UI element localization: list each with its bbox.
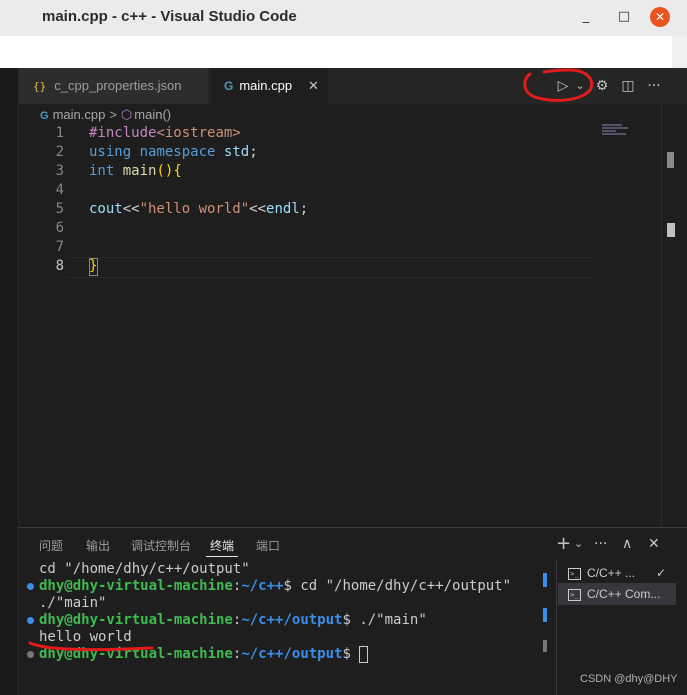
scrollbar-track	[661, 104, 662, 527]
red-annotation-underline	[28, 641, 154, 652]
activity-bar	[0, 68, 19, 695]
breadcrumb[interactable]: Gmain.cpp > ⬡ main()	[40, 105, 171, 125]
code-line-5[interactable]: cout<<"hello world"<<endl;	[89, 201, 308, 217]
line-number: 4	[55, 182, 64, 198]
prompt-path: ~/c++/output	[241, 612, 343, 628]
prompt-user: dhy@dhy-virtual-machine	[39, 612, 233, 628]
prompt-user: dhy@dhy-virtual-machine	[39, 578, 233, 594]
keyword-token: int	[89, 163, 115, 179]
split-editor-icon[interactable]: ◫	[618, 76, 638, 96]
paren-token: ()	[156, 163, 174, 179]
keyword-token: namespace	[139, 144, 216, 160]
line-number: 2	[55, 144, 64, 160]
line-number: 6	[55, 220, 64, 236]
panel-tab-terminal[interactable]: 终端	[210, 537, 234, 554]
window-titlebar: main.cpp - c++ - Visual Studio Code _ □ …	[0, 0, 687, 36]
terminal-list-item[interactable]: >_ C/C++ Com...	[558, 583, 676, 605]
tab-close-icon[interactable]: ✕	[308, 68, 319, 104]
terminal-list-label: C/C++ ...	[587, 566, 636, 580]
terminal-scroll-marker	[543, 608, 547, 622]
more-actions-icon[interactable]: ···	[644, 76, 664, 96]
brace-token: {	[173, 163, 182, 179]
panel-tab-problems[interactable]: 问题	[39, 537, 63, 554]
close-panel-icon[interactable]: ✕	[648, 535, 660, 553]
terminal-cursor	[359, 646, 368, 663]
tab-c-cpp-properties[interactable]: {} c_cpp_properties.json	[19, 68, 209, 104]
window-close-icon[interactable]: ✕	[650, 7, 670, 27]
terminal-list-divider	[556, 560, 557, 695]
terminal-dropdown-icon[interactable]: ⌄	[574, 535, 583, 553]
check-icon: ✓	[655, 566, 666, 580]
terminal-scroll-marker	[543, 573, 547, 587]
command-decoration-icon[interactable]	[27, 583, 34, 590]
bracket-match-box	[89, 258, 98, 276]
keyword-token: using	[89, 144, 132, 160]
minimize-icon[interactable]: _	[577, 8, 595, 26]
bottom-panel	[19, 527, 687, 695]
window-title: main.cpp - c++ - Visual Studio Code	[42, 8, 297, 25]
terminal-list-label: C/C++ Com...	[587, 587, 661, 601]
breadcrumb-symbol[interactable]: main()	[134, 107, 171, 122]
terminal-icon: >_	[568, 567, 581, 580]
line-number: 7	[55, 239, 64, 255]
cpp-file-icon: G	[224, 79, 234, 93]
terminal-line: dhy@dhy-virtual-machine:~/c++$ cd "/home…	[39, 578, 511, 594]
string-token: "hello world"	[139, 201, 250, 217]
text-cursor-marker	[667, 223, 675, 237]
line-number: 8	[55, 258, 64, 274]
identifier-token: endl	[266, 201, 300, 217]
line-number: 1	[55, 125, 64, 141]
tab-main-cpp[interactable]: Gmain.cpp ✕	[210, 68, 328, 104]
active-tab-indicator	[206, 556, 238, 557]
scrollbar-thumb[interactable]	[667, 152, 674, 168]
breadcrumb-file[interactable]: main.cpp	[53, 107, 106, 122]
terminal-list-item[interactable]: >_ C/C++ ... ✓	[558, 562, 676, 584]
namespace-token: std	[223, 144, 250, 160]
current-line-highlight	[66, 257, 596, 278]
maximize-panel-icon[interactable]: ∧	[622, 535, 632, 553]
code-line-2[interactable]: using namespace std;	[89, 144, 258, 160]
panel-tab-ports[interactable]: 端口	[256, 537, 280, 554]
punct-token: ;	[299, 201, 309, 217]
gear-icon[interactable]: ⚙	[592, 76, 612, 96]
prompt-command: $ ./"main"	[342, 612, 427, 628]
prompt-path: ~/c++/output	[241, 646, 343, 662]
terminal-line: dhy@dhy-virtual-machine:~/c++/output$ ./…	[39, 612, 427, 628]
terminal-line: cd "/home/dhy/c++/output"	[39, 561, 250, 577]
line-number: 5	[55, 201, 64, 217]
cpp-file-icon: G	[40, 110, 49, 122]
prompt-command: $ cd "/home/dhy/c++/output"	[283, 578, 512, 594]
operator-token: <<	[249, 201, 267, 217]
tab-label: c_cpp_properties.json	[54, 78, 182, 93]
json-file-icon: {}	[33, 80, 47, 93]
header-token: <iostream>	[156, 125, 241, 141]
method-icon: ⬡	[120, 107, 133, 122]
red-annotation-circle	[523, 68, 594, 102]
terminal-line: ./"main"	[39, 595, 107, 611]
window-edge	[672, 36, 687, 68]
punct-token: ;	[249, 144, 258, 160]
maximize-icon[interactable]: □	[615, 8, 633, 26]
panel-tab-debug-console[interactable]: 调试控制台	[131, 537, 191, 554]
breadcrumb-separator: >	[109, 107, 117, 122]
more-actions-icon[interactable]: ···	[594, 535, 607, 553]
operator-token: <<	[122, 201, 140, 217]
preprocessor-token: #include	[89, 125, 157, 141]
prompt-command: $	[342, 646, 360, 662]
watermark: CSDN @dhy@DHY	[580, 673, 678, 685]
menu-bar-strip	[0, 36, 672, 68]
terminal-icon: >_	[568, 588, 581, 601]
code-line-1[interactable]: #include<iostream>	[89, 125, 241, 141]
line-number: 3	[55, 163, 64, 179]
identifier-token: cout	[89, 201, 123, 217]
function-token: main	[122, 163, 157, 179]
command-decoration-icon[interactable]	[27, 617, 34, 624]
code-line-3[interactable]: int main(){	[89, 163, 182, 179]
prompt-path: ~/c++	[241, 578, 284, 594]
panel-tab-output[interactable]: 输出	[86, 537, 110, 554]
minimap[interactable]	[602, 124, 632, 138]
new-terminal-icon[interactable]: +	[556, 535, 571, 553]
tab-label: main.cpp	[239, 78, 293, 93]
terminal-scroll-marker	[543, 640, 547, 652]
